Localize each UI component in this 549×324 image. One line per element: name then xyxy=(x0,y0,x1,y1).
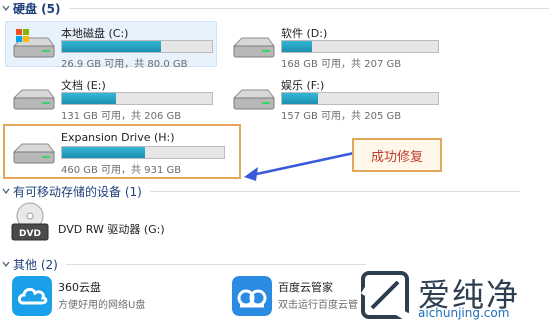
drive-usage-bar xyxy=(281,92,439,105)
section-divider xyxy=(68,7,549,9)
drive-usage-bar xyxy=(61,40,213,53)
collapse-chevron-icon[interactable] xyxy=(1,187,10,196)
drive-space-info: 168 GB 可用，共 207 GB xyxy=(281,59,402,70)
success-callout: 成功修复 xyxy=(352,138,442,172)
watermark-logo-icon xyxy=(360,271,410,320)
hard-drive-icon xyxy=(12,89,55,110)
watermark: 爱纯净 aichunjing.com xyxy=(358,268,548,322)
watermark-url: aichunjing.com xyxy=(418,306,510,320)
section-header-hard-disks[interactable]: 硬盘 (5) xyxy=(0,0,549,16)
collapse-chevron-icon[interactable] xyxy=(1,4,10,13)
drive-usage-fill xyxy=(62,41,161,52)
hard-drive-icon xyxy=(232,37,275,58)
drive-space-info: 26.9 GB 可用，共 80.0 GB xyxy=(61,59,188,70)
highlight-box xyxy=(3,124,241,179)
drive-f[interactable]: 娱乐 (F:) 157 GB 可用，共 205 GB xyxy=(225,73,445,122)
drive-usage-bar xyxy=(281,40,439,53)
drive-e[interactable]: 文档 (E:) 131 GB 可用，共 206 GB xyxy=(5,73,217,122)
section-title: 其他 (2) xyxy=(13,257,58,272)
section-divider xyxy=(149,190,520,192)
app-name: 百度云管家 xyxy=(278,281,333,294)
app-description: 双击运行百度云管 xyxy=(278,300,358,311)
dvd-drive[interactable]: DVD DVD RW 驱动器 (G:) xyxy=(6,202,306,246)
hard-drive-os-icon xyxy=(12,29,55,58)
section-header-removable[interactable]: 有可移动存储的设备 (1) xyxy=(0,183,549,199)
drive-name: 软件 (D:) xyxy=(281,27,328,40)
dvd-drive-icon: DVD xyxy=(11,202,49,241)
section-title: 有可移动存储的设备 (1) xyxy=(13,184,142,199)
section-divider xyxy=(65,263,366,265)
dvd-logo-text: DVD xyxy=(19,229,41,239)
cloud-icon xyxy=(12,276,52,316)
drive-c[interactable]: 本地磁盘 (C:) 26.9 GB 可用，共 80.0 GB xyxy=(5,21,217,70)
baidu-cloud-icon xyxy=(232,276,272,316)
drive-usage-fill xyxy=(282,41,312,52)
app-description: 方便好用的网络U盘 xyxy=(58,300,146,311)
app-360-cloud[interactable]: 360云盘 方便好用的网络U盘 xyxy=(12,276,212,320)
drive-usage-fill xyxy=(62,93,116,104)
app-name: 360云盘 xyxy=(58,281,101,294)
annotation-arrow-icon xyxy=(244,151,355,181)
drive-space-info: 131 GB 可用，共 206 GB xyxy=(61,111,182,122)
drive-name: 娱乐 (F:) xyxy=(281,79,325,92)
drive-d[interactable]: 软件 (D:) 168 GB 可用，共 207 GB xyxy=(225,21,445,70)
drive-name: 文档 (E:) xyxy=(61,79,106,92)
drive-space-info: 157 GB 可用，共 205 GB xyxy=(281,111,402,122)
drive-name: DVD RW 驱动器 (G:) xyxy=(58,223,165,236)
drive-name: 本地磁盘 (C:) xyxy=(61,27,129,40)
hard-drive-icon xyxy=(232,89,275,110)
drive-usage-fill xyxy=(282,93,318,104)
drive-usage-bar xyxy=(61,92,213,105)
section-title: 硬盘 (5) xyxy=(13,1,61,16)
collapse-chevron-icon[interactable] xyxy=(1,260,10,269)
